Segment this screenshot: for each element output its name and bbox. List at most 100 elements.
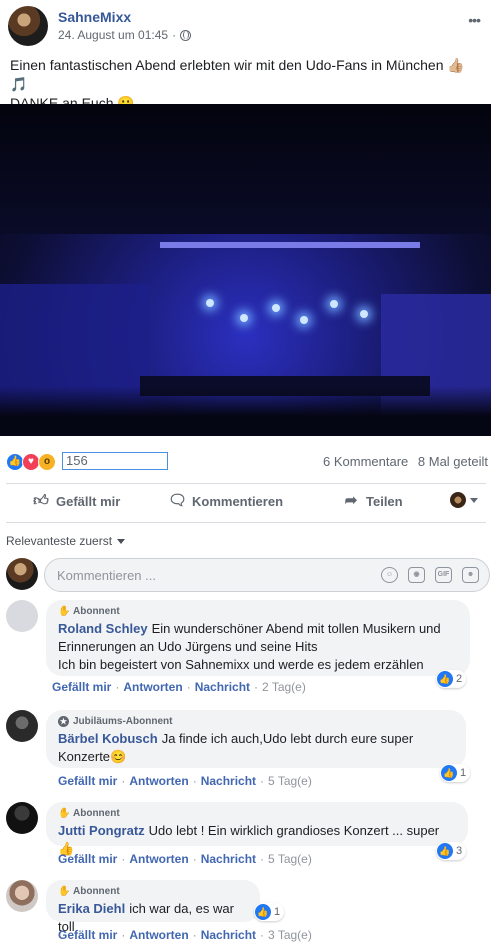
more-options-button[interactable]: ••• bbox=[468, 12, 481, 28]
photo-stage-light bbox=[330, 300, 338, 308]
footer-separator: · bbox=[192, 774, 197, 788]
comment-bubble: ✋ Abonnent Roland Schley Ein wunderschöne… bbox=[46, 600, 470, 676]
footer-separator: · bbox=[254, 680, 259, 694]
comment-reply-link[interactable]: Antworten bbox=[129, 928, 188, 942]
like-icon: 👍 bbox=[437, 843, 453, 859]
photo-stage-light bbox=[240, 314, 248, 322]
page-avatar[interactable] bbox=[8, 6, 48, 46]
like-button[interactable]: 👍︎ Gefällt mir bbox=[32, 492, 120, 510]
fan-badge-label: Abonnent bbox=[73, 808, 120, 819]
comment-like-link[interactable]: Gefällt mir bbox=[52, 680, 111, 694]
reaction-count[interactable]: 156 bbox=[62, 452, 168, 470]
comment-like-link[interactable]: Gefällt mir bbox=[58, 852, 117, 866]
photo-stage-light bbox=[300, 316, 308, 324]
comment-body-line: Konzerte😊 bbox=[58, 749, 127, 764]
comment-timestamp[interactable]: 3 Tag(e) bbox=[268, 928, 312, 942]
share-button-label: Teilen bbox=[366, 493, 403, 509]
avatar[interactable] bbox=[6, 802, 38, 834]
gif-icon[interactable]: GIF bbox=[435, 567, 452, 583]
avatar[interactable] bbox=[6, 880, 38, 912]
fan-badge: ✋ Abonnent bbox=[58, 808, 456, 819]
comment-likes[interactable]: 👍 2 bbox=[436, 670, 467, 688]
comment-text: Bärbel Kobusch Ja finde ich auch,Udo lebt… bbox=[58, 730, 454, 766]
wave-icon: ✋ bbox=[58, 886, 71, 897]
like-button-label: Gefällt mir bbox=[56, 493, 121, 509]
comment-button[interactable]: 🗨︎ Kommentieren bbox=[168, 492, 283, 510]
comment-timestamp[interactable]: 2 Tag(e) bbox=[262, 680, 306, 694]
like-icon: 👍 bbox=[441, 765, 457, 781]
globe-icon bbox=[180, 29, 192, 41]
fan-badge-label: Abonnent bbox=[73, 886, 120, 897]
post-timestamp[interactable]: 24. August um 01:45 bbox=[58, 28, 168, 42]
comment-message-link[interactable]: Nachricht bbox=[201, 852, 256, 866]
comment-reply-link[interactable]: Antworten bbox=[129, 774, 188, 788]
comment-likes[interactable]: 👍 3 bbox=[436, 842, 467, 860]
comment-item: ✋ Abonnent Erika Diehl ich war da, es war… bbox=[6, 880, 490, 942]
comment-item: ✋ Abonnent Roland Schley Ein wunderschöne… bbox=[6, 600, 490, 696]
comment-message-link[interactable]: Nachricht bbox=[201, 928, 256, 942]
like-icon: 👍 bbox=[437, 671, 453, 687]
comment-like-link[interactable]: Gefällt mir bbox=[58, 928, 117, 942]
footer-separator: · bbox=[186, 680, 191, 694]
share-button[interactable]: ➦ Teilen bbox=[342, 492, 403, 510]
comment-input-placeholder: Kommentieren ... bbox=[57, 568, 156, 583]
comment-timestamp[interactable]: 5 Tag(e) bbox=[268, 852, 312, 866]
divider bbox=[6, 483, 486, 484]
footer-separator: · bbox=[260, 852, 265, 866]
emoji-icon[interactable]: ☺ bbox=[381, 567, 398, 583]
chevron-down-icon bbox=[470, 497, 478, 503]
comment-like-count: 1 bbox=[460, 767, 467, 779]
comment-body: Ja finde ich auch,Udo lebt durch eure su… bbox=[161, 731, 414, 746]
photo-stage-light bbox=[206, 299, 214, 307]
avatar[interactable] bbox=[6, 710, 38, 742]
chevron-down-icon bbox=[117, 538, 126, 544]
comments-count-link[interactable]: 6 Kommentare bbox=[323, 454, 408, 469]
comment-likes[interactable]: 👍 1 bbox=[254, 903, 285, 921]
comment-author[interactable]: Jutti Pongratz bbox=[58, 823, 145, 838]
comment-bubble: ✋ Abonnent Jutti Pongratz Udo lebt ! Ein … bbox=[46, 802, 468, 856]
comment-item: ✋ Abonnent Jutti Pongratz Udo lebt ! Ein … bbox=[6, 802, 490, 870]
profile-switcher[interactable] bbox=[450, 492, 478, 508]
comment-like-link[interactable]: Gefällt mir bbox=[58, 774, 117, 788]
photo-stage-light bbox=[360, 310, 368, 318]
post-meta: 24. August um 01:45 · bbox=[58, 28, 192, 42]
comment-input[interactable]: Kommentieren ... ☺ ◉ GIF ☻ bbox=[44, 558, 490, 592]
comment-text: Roland Schley Ein wunderschöner Abend mit… bbox=[58, 620, 458, 674]
avatar[interactable] bbox=[6, 600, 38, 632]
shares-count-link[interactable]: 8 Mal geteilt bbox=[418, 454, 488, 469]
comment-timestamp[interactable]: 5 Tag(e) bbox=[268, 774, 312, 788]
photo-crowd bbox=[0, 386, 491, 436]
wow-icon[interactable]: o bbox=[38, 453, 56, 471]
wave-icon: ✋ bbox=[58, 606, 71, 617]
fan-badge: ★ Jubiläums-Abonnent bbox=[58, 716, 454, 727]
comment-like-count: 1 bbox=[274, 906, 281, 918]
comment-footer: Gefällt mir · Antworten · Nachricht · 2 Tag(e) bbox=[52, 680, 306, 694]
comment-message-link[interactable]: Nachricht bbox=[201, 774, 256, 788]
comment-author[interactable]: Bärbel Kobusch bbox=[58, 731, 158, 746]
comment-bubble: ✋ Abonnent Erika Diehl ich war da, es war… bbox=[46, 880, 260, 934]
footer-separator: · bbox=[121, 928, 126, 942]
comment-body-line: Ich bin begeistert von Sahnemixx und wer… bbox=[58, 657, 424, 672]
camera-icon[interactable]: ◉ bbox=[408, 567, 425, 583]
post-photo[interactable] bbox=[0, 104, 491, 436]
page-name-link[interactable]: SahneMixx bbox=[58, 9, 131, 25]
comment-author[interactable]: Roland Schley bbox=[58, 621, 148, 636]
fan-badge-label: Abonnent bbox=[73, 606, 120, 617]
footer-separator: · bbox=[260, 928, 265, 942]
footer-separator: · bbox=[260, 774, 265, 788]
sticker-icon[interactable]: ☻ bbox=[462, 567, 479, 583]
thumbs-up-icon: 👍︎ bbox=[33, 492, 49, 509]
comment-message-link[interactable]: Nachricht bbox=[195, 680, 250, 694]
reactions-bar: 👍 ♥ o 156 6 Kommentare 8 Mal geteilt bbox=[6, 452, 490, 472]
comment-sort-dropdown[interactable]: Relevanteste zuerst bbox=[6, 534, 126, 548]
comment-like-count: 2 bbox=[456, 673, 463, 685]
footer-separator: · bbox=[192, 928, 197, 942]
photo-stage-light bbox=[272, 304, 280, 312]
comment-author[interactable]: Erika Diehl bbox=[58, 901, 125, 916]
photo-sky bbox=[0, 104, 491, 234]
photo-stage-truss bbox=[160, 242, 420, 248]
comment-likes[interactable]: 👍 1 bbox=[440, 764, 471, 782]
comment-bubble: ★ Jubiläums-Abonnent Bärbel Kobusch Ja fi… bbox=[46, 710, 466, 768]
comment-reply-link[interactable]: Antworten bbox=[123, 680, 182, 694]
comment-reply-link[interactable]: Antworten bbox=[129, 852, 188, 866]
